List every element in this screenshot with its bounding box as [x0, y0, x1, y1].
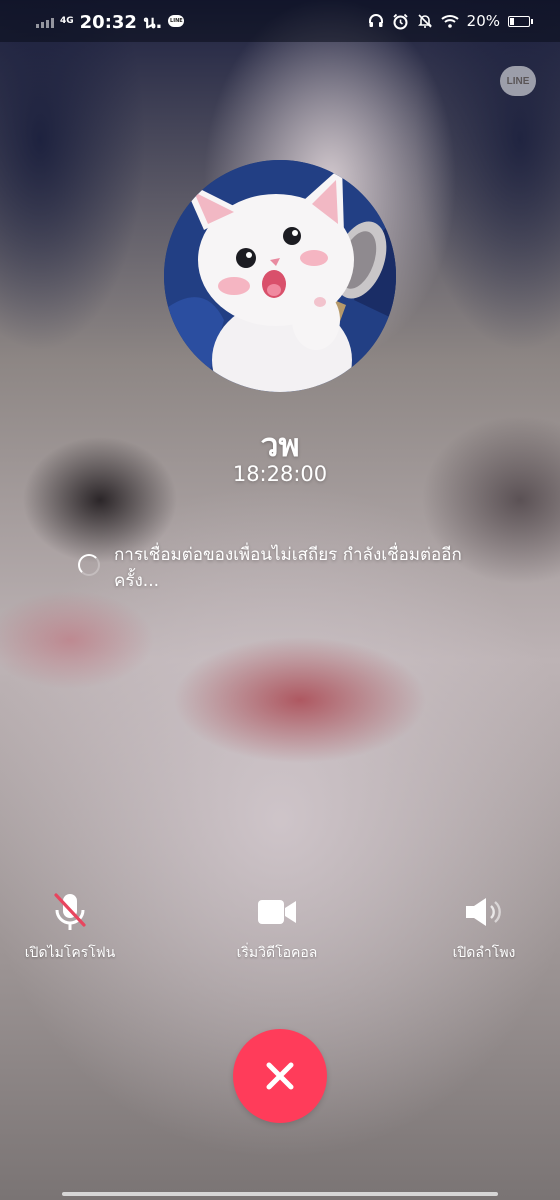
- call-screen: 4G 20:32 น. LINE 20% LINE วพ 18:28:00 กา…: [0, 0, 560, 1200]
- status-bar: 4G 20:32 น. LINE 20%: [0, 0, 560, 42]
- end-call-button[interactable]: [233, 1029, 327, 1123]
- speaker-icon: [466, 898, 501, 926]
- microphone-label: เปิดไมโครโฟน: [24, 945, 116, 961]
- kitten-photo: [164, 160, 396, 392]
- signal-icon: [36, 14, 54, 28]
- video-call-button[interactable]: เริ่มวิดีโอคอล: [227, 892, 327, 964]
- close-icon: [266, 1062, 294, 1090]
- battery-icon: [508, 15, 533, 27]
- network-type: 4G: [60, 15, 74, 26]
- battery-percent: 20%: [466, 12, 500, 30]
- line-notification-icon: LINE: [168, 15, 185, 27]
- line-logo-icon: LINE: [500, 66, 536, 96]
- video-camera-icon: [258, 900, 296, 924]
- mute-icon: [417, 14, 432, 28]
- call-duration: 18:28:00: [232, 462, 328, 486]
- status-time: 20:32 น.: [79, 11, 163, 33]
- speaker-button[interactable]: เปิดลำโพง: [434, 892, 534, 964]
- microphone-button[interactable]: เปิดไมโครโฟน: [20, 892, 120, 964]
- caller-avatar: [164, 160, 396, 392]
- connection-status: การเชื่อมต่อของเพื่อนไม่เสถียร กำลังเชื่…: [78, 542, 490, 594]
- wifi-icon: [440, 15, 459, 28]
- headphones-icon: [368, 14, 383, 27]
- video-call-label: เริ่มวิดีโอคอล: [236, 945, 318, 961]
- alarm-icon: [393, 13, 408, 29]
- mic-off-icon: [54, 893, 86, 930]
- connection-status-text: การเชื่อมต่อของเพื่อนไม่เสถียร กำลังเชื่…: [114, 545, 462, 591]
- loading-spinner-icon: [78, 554, 100, 576]
- speaker-label: เปิดลำโพง: [452, 945, 516, 961]
- navigation-handle[interactable]: [62, 1192, 498, 1196]
- call-controls: เปิดไมโครโฟน เริ่มวิดีโอคอล เปิดลำโพง: [0, 892, 560, 964]
